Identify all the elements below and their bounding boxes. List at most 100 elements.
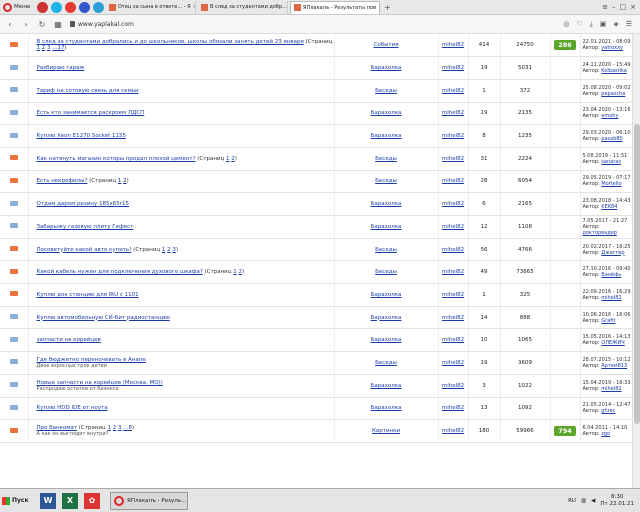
page-link[interactable]: ...8 — [123, 425, 132, 431]
forum-link[interactable]: Беседы — [375, 360, 397, 366]
page-scrollbar[interactable] — [632, 34, 640, 488]
topic-link[interactable]: Куплю док станцию для IRU с 1101 — [37, 292, 139, 298]
browser-tab-active[interactable]: ЯПлакалъ - Результаты пои × — [290, 0, 380, 14]
scrollbar-thumb[interactable] — [634, 124, 640, 424]
speed-dial-icon[interactable]: ▦ — [54, 20, 62, 29]
topic-link[interactable]: Забарыжу газовую плиту Гефест — [37, 224, 134, 230]
word-icon[interactable]: W — [40, 492, 56, 509]
topic-link[interactable]: Посоветуйте какой авто купить! — [37, 247, 132, 253]
last-post-author-link[interactable]: zgo — [601, 431, 610, 437]
page-link[interactable]: 2 — [113, 425, 117, 431]
author-link[interactable]: mihel82 — [442, 178, 464, 184]
author-link[interactable]: mihel82 — [442, 133, 464, 139]
clock[interactable]: 8:30 Пт 22.01.21 — [600, 494, 634, 508]
quick-launch-icon[interactable]: ✿ — [84, 492, 100, 509]
page-link[interactable]: 3 — [47, 45, 51, 51]
topic-link[interactable]: Какой кабель нужен для подключения духов… — [37, 269, 203, 275]
last-post-author-link[interactable]: KEK84 — [601, 204, 617, 210]
author-link[interactable]: mihel82 — [442, 65, 464, 71]
last-post-author-link[interactable]: mihel82 — [601, 295, 621, 301]
topic-link[interactable]: Куплю автомобильную СИ-Бит радиостанцию — [37, 315, 170, 321]
last-post-author-link[interactable]: pepascha — [601, 91, 625, 97]
new-tab-icon[interactable]: + — [384, 3, 391, 12]
author-link[interactable]: mihel82 — [442, 360, 464, 366]
maximize-icon[interactable]: □ — [620, 3, 627, 11]
network-icon[interactable]: ▥ — [581, 498, 586, 504]
forum-link[interactable]: Беседы — [375, 88, 397, 94]
last-post-author-link[interactable]: yatroxxy — [601, 45, 623, 51]
language-indicator[interactable]: RU — [568, 498, 576, 504]
taskbar-window-opera[interactable]: ЯПлакалъ - Резуль... — [110, 491, 188, 510]
page-link[interactable]: 2 — [42, 45, 46, 51]
forum-link[interactable]: Барахолка — [371, 315, 402, 321]
page-link[interactable]: 1 — [226, 156, 230, 162]
forum-link[interactable]: Картинки — [372, 428, 400, 434]
pinned-tab-icon[interactable] — [65, 1, 76, 13]
last-post-author-link[interactable]: emohy — [601, 113, 618, 119]
tab-menu-icon[interactable]: ≡ — [602, 3, 608, 11]
forum-link[interactable]: Барахолка — [371, 65, 402, 71]
forum-link[interactable]: Барахолка — [371, 405, 402, 411]
page-link[interactable]: 1 — [118, 178, 122, 184]
back-icon[interactable]: ‹ — [6, 20, 14, 29]
close-window-icon[interactable]: × — [630, 3, 636, 11]
last-post-author-link[interactable]: sanaras — [601, 159, 621, 165]
topic-link[interactable]: Новые запчасти на корейцев (Москва, МО)) — [37, 380, 163, 386]
page-link[interactable]: 2 — [167, 247, 171, 253]
url-field[interactable]: www.yaplakal.com — [70, 21, 134, 28]
forum-link[interactable]: Барахолка — [371, 224, 402, 230]
topic-link[interactable]: Куплю Xeon E1270 Socket 1155 — [37, 133, 127, 139]
extensions-icon[interactable]: ◈ — [613, 20, 618, 29]
last-post-author-link[interactable]: Grafit — [601, 318, 615, 324]
page-link[interactable]: ...17 — [52, 45, 64, 51]
forum-link[interactable]: Барахолка — [371, 133, 402, 139]
topic-link[interactable]: запчасти на корейцев — [37, 337, 101, 343]
page-link[interactable]: 3 — [118, 425, 122, 431]
last-post-author-link[interactable]: Mortello — [601, 181, 621, 187]
settings-icon[interactable]: ☰ — [626, 20, 632, 29]
author-link[interactable]: mihel82 — [442, 224, 464, 230]
page-link[interactable]: 1 — [162, 247, 166, 253]
author-link[interactable]: mihel82 — [442, 292, 464, 298]
last-post-author-link[interactable]: ОЛЕЖИЧ — [601, 340, 624, 346]
forum-link[interactable]: Беседы — [375, 156, 397, 162]
author-link[interactable]: mihel82 — [442, 315, 464, 321]
tab-close-icon[interactable]: × — [193, 4, 195, 10]
forum-link[interactable]: Беседы — [375, 269, 397, 275]
author-link[interactable]: mihel82 — [442, 269, 464, 275]
excel-icon[interactable]: X — [62, 492, 78, 509]
page-link[interactable]: 1 — [233, 269, 237, 275]
forum-link[interactable]: События — [373, 42, 398, 48]
author-link[interactable]: mihel82 — [442, 247, 464, 253]
last-post-author-link[interactable]: pasab80 — [601, 136, 622, 142]
wallet-icon[interactable]: ▣ — [600, 20, 607, 29]
forum-link[interactable]: Барахолка — [371, 201, 402, 207]
pinned-tab-icon[interactable] — [93, 1, 104, 13]
last-post-author-link[interactable]: Ванёфь — [601, 272, 621, 278]
minimize-icon[interactable]: – — [612, 3, 616, 11]
browser-tab[interactable]: Отец за сына в ответе... - Я × — [106, 0, 196, 14]
forum-link[interactable]: Барахолка — [371, 110, 402, 116]
forward-icon[interactable]: › — [22, 20, 30, 29]
author-link[interactable]: mihel82 — [442, 156, 464, 162]
browser-menu-button[interactable]: Меню — [0, 1, 34, 14]
author-link[interactable]: mihel82 — [442, 88, 464, 94]
pinned-tab-icon[interactable] — [37, 1, 48, 13]
forum-link[interactable]: Барахолка — [371, 383, 402, 389]
author-link[interactable]: mihel82 — [442, 201, 464, 207]
topic-link[interactable]: Разбираю гараж — [37, 65, 85, 71]
topic-link[interactable]: Есть кто занимается раскроем ЛДСП — [37, 110, 145, 116]
topic-link[interactable]: Тариф на сотовую связь для семьи — [37, 88, 139, 94]
topic-link[interactable]: В след за студентами добрались и до школ… — [37, 39, 304, 45]
browser-tab[interactable]: В след за студентами добр... × — [198, 0, 288, 14]
topic-link[interactable]: Куплю HDD IDE от ноута — [37, 405, 108, 411]
topic-link[interactable]: Есть некрофилы? — [37, 178, 88, 184]
author-link[interactable]: mihel82 — [442, 110, 464, 116]
download-icon[interactable]: ⤓ — [590, 20, 593, 29]
author-link[interactable]: mihel82 — [442, 405, 464, 411]
tab-close-icon[interactable]: × — [378, 5, 379, 11]
forum-link[interactable]: Беседы — [375, 178, 397, 184]
last-post-author-link[interactable]: Джагтер — [601, 250, 624, 256]
last-post-author-link[interactable]: ghrec — [601, 408, 615, 414]
author-link[interactable]: mihel82 — [442, 337, 464, 343]
